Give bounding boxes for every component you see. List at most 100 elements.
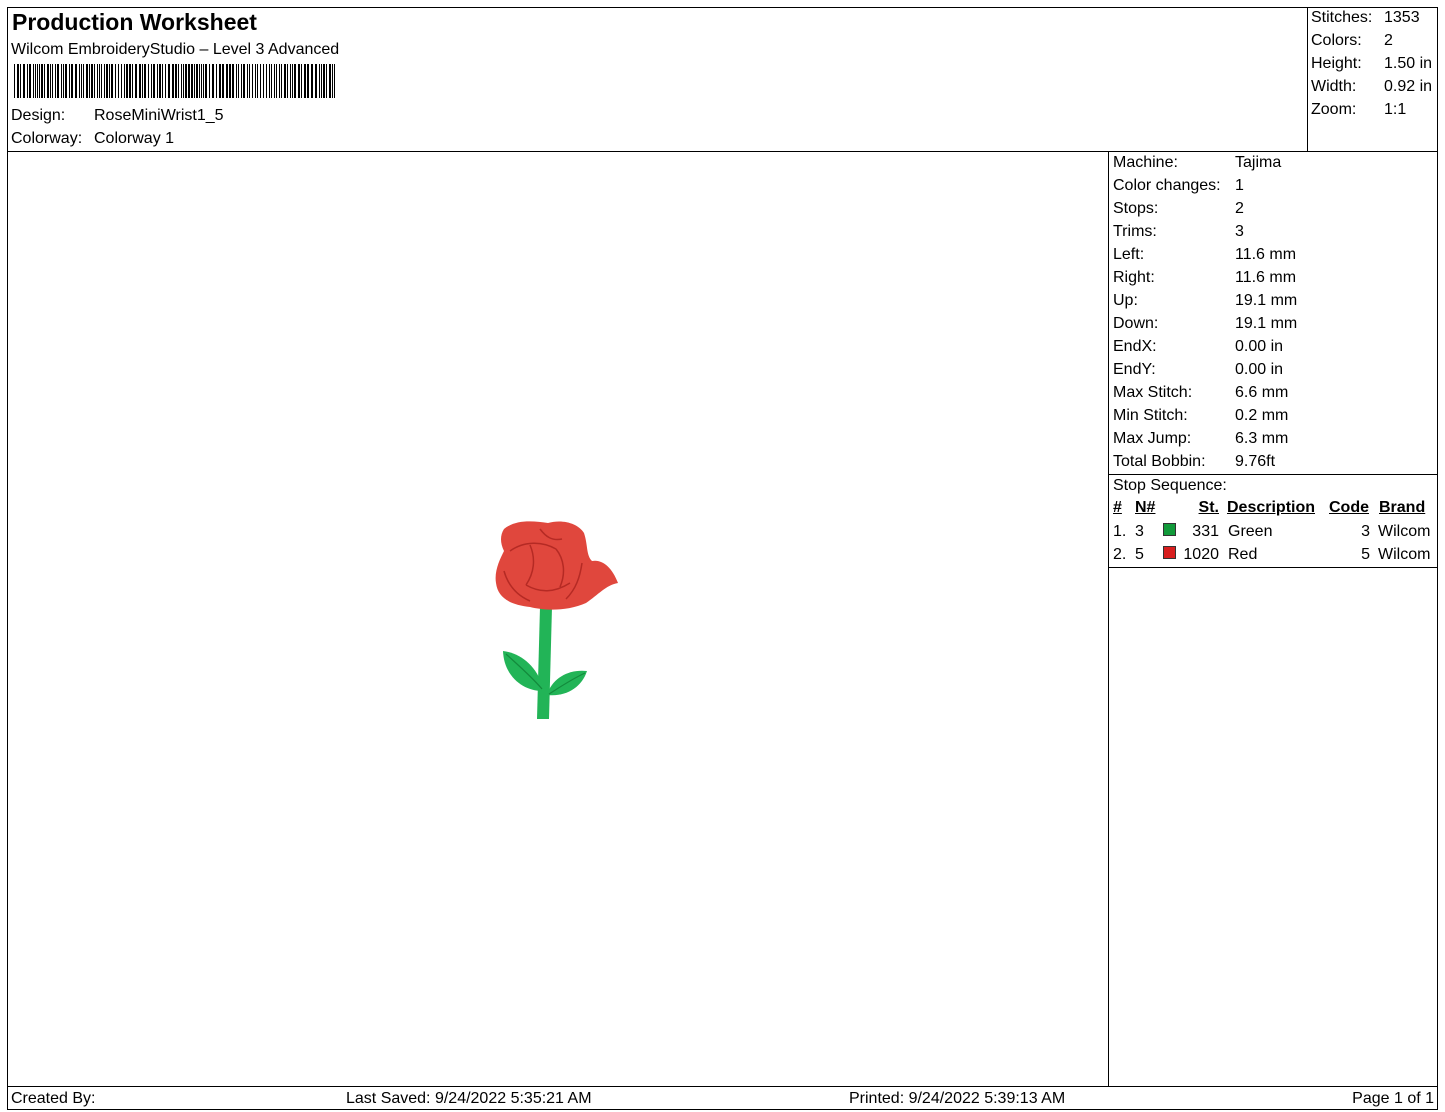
- row-needle: 5: [1135, 546, 1144, 563]
- worksheet-frame: [7, 7, 1438, 1110]
- barcode-bar: [263, 64, 264, 98]
- barcode-bar: [191, 64, 193, 98]
- row-description: Green: [1228, 523, 1273, 540]
- barcode-bar: [23, 64, 25, 98]
- software-name: Wilcom EmbroideryStudio – Level 3 Advanc…: [11, 41, 340, 58]
- total-bobbin-value: 9.76ft: [1235, 453, 1276, 470]
- row-stitches: 331: [1192, 523, 1219, 540]
- barcode-bar: [55, 64, 56, 98]
- barcode-bar: [75, 64, 77, 98]
- barcode-bar: [315, 64, 317, 98]
- barcode-bar: [294, 64, 296, 98]
- left-value: 11.6 mm: [1235, 246, 1297, 263]
- side-panel-divider: [1108, 151, 1109, 1087]
- barcode-bar: [57, 64, 59, 98]
- barcode-bar: [97, 64, 98, 98]
- barcode-bar: [274, 64, 275, 98]
- barcode-bar: [196, 64, 198, 98]
- barcode-bar: [323, 64, 325, 98]
- barcode-bar: [194, 64, 195, 98]
- barcode-bar: [279, 64, 280, 98]
- summary-divider: [1307, 7, 1308, 151]
- created-by: Created By:: [11, 1090, 96, 1107]
- color-changes-label: Color changes:: [1113, 177, 1221, 194]
- barcode-bar: [37, 64, 38, 98]
- row-num: 1.: [1113, 523, 1127, 540]
- barcode-bar: [101, 64, 102, 98]
- barcode-bar: [139, 64, 141, 98]
- barcode-bar: [269, 64, 270, 98]
- barcode-bar: [142, 64, 143, 98]
- barcode-bar: [35, 64, 36, 98]
- barcode-bar: [44, 64, 45, 98]
- barcode-bar: [99, 64, 100, 98]
- min-stitch-value: 0.2 mm: [1235, 407, 1289, 424]
- barcode-bar: [153, 64, 155, 98]
- barcode-bar: [126, 64, 128, 98]
- barcode-bar: [27, 64, 28, 98]
- barcode-bar: [209, 64, 210, 98]
- barcode-bar: [61, 64, 62, 98]
- header-divider: [7, 151, 1438, 152]
- barcode-bar: [236, 64, 237, 98]
- row-description: Red: [1228, 546, 1258, 563]
- max-jump-value: 6.3 mm: [1235, 430, 1289, 447]
- barcode-bar: [178, 64, 179, 98]
- row-code: 3: [1361, 523, 1370, 540]
- barcode-bar: [216, 64, 217, 98]
- barcode-bar: [249, 64, 250, 98]
- row-brand: Wilcom: [1378, 546, 1431, 563]
- barcode-bar: [326, 64, 327, 98]
- barcode-bar: [321, 64, 322, 98]
- barcode-bar: [121, 64, 122, 98]
- height-label: Height:: [1311, 55, 1362, 72]
- barcode-bar: [118, 64, 119, 98]
- endx-value: 0.00 in: [1235, 338, 1284, 355]
- barcode-bar: [91, 64, 93, 98]
- footer-divider: [7, 1086, 1438, 1087]
- endy-label: EndY:: [1113, 361, 1156, 378]
- barcode-bar: [334, 64, 335, 98]
- design-name: RoseMiniWrist1_5: [94, 107, 224, 124]
- width-value: 0.92 in: [1384, 78, 1433, 95]
- barcode-bar: [238, 64, 239, 98]
- trims-value: 3: [1235, 223, 1244, 240]
- barcode: [14, 64, 335, 98]
- row-needle: 3: [1135, 523, 1144, 540]
- barcode-bar: [162, 64, 163, 98]
- barcode-bar: [63, 64, 64, 98]
- barcode-bar: [266, 64, 267, 98]
- barcode-bar: [199, 64, 200, 98]
- machine-label: Machine:: [1113, 154, 1178, 171]
- stops-label: Stops:: [1113, 200, 1159, 217]
- barcode-bar: [332, 64, 333, 98]
- barcode-bar: [188, 64, 190, 98]
- colors-value: 2: [1384, 32, 1393, 49]
- last-saved: Last Saved: 9/24/2022 5:35:21 AM: [346, 1090, 592, 1107]
- barcode-bar: [109, 64, 110, 98]
- barcode-bar: [203, 64, 204, 98]
- barcode-bar: [94, 64, 95, 98]
- barcode-bar: [159, 64, 161, 98]
- right-value: 11.6 mm: [1235, 269, 1297, 286]
- stop-sequence-divider: [1108, 474, 1438, 475]
- barcode-bar: [79, 64, 80, 98]
- barcode-bar: [260, 64, 261, 98]
- barcode-bar: [226, 64, 228, 98]
- col-brand: Brand: [1379, 499, 1426, 516]
- barcode-bar: [252, 64, 253, 98]
- barcode-bar: [89, 64, 90, 98]
- right-label: Right:: [1113, 269, 1155, 286]
- barcode-bar: [165, 64, 166, 98]
- barcode-bar: [175, 64, 177, 98]
- barcode-bar: [271, 64, 272, 98]
- barcode-bar: [255, 64, 256, 98]
- down-value: 19.1 mm: [1235, 315, 1298, 332]
- barcode-bar: [229, 64, 231, 98]
- barcode-bar: [168, 64, 170, 98]
- endx-label: EndX:: [1113, 338, 1157, 355]
- zoom-label: Zoom:: [1311, 101, 1357, 118]
- barcode-bar: [50, 64, 51, 98]
- barcode-bar: [247, 64, 248, 98]
- machine-value: Tajima: [1235, 154, 1282, 171]
